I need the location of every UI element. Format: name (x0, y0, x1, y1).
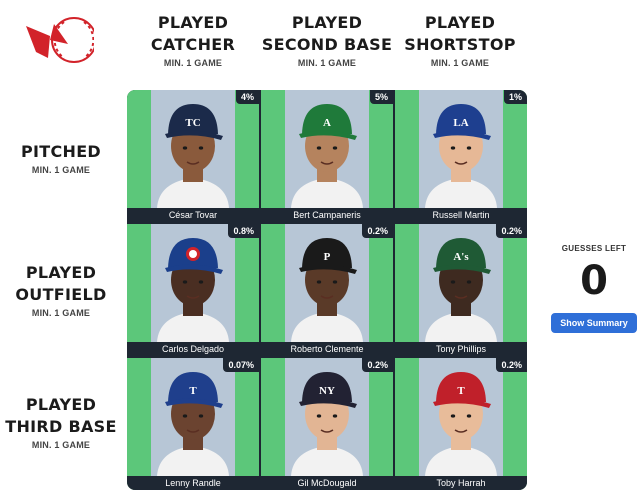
row-subtitle: MIN. 1 GAME (31, 165, 91, 175)
row-title-line1: PLAYED (25, 263, 97, 282)
row-subtitle: MIN. 1 GAME (31, 308, 91, 318)
player-portrait-icon: TC (151, 90, 235, 208)
player-photo: T (419, 358, 503, 476)
grid-cell[interactable]: A's 0.2% Tony Phillips (395, 224, 527, 356)
column-title-line2: CATCHER (150, 35, 236, 54)
grid-cell[interactable]: LA 1% Russell Martin (395, 90, 527, 222)
player-portrait-icon: A's (419, 224, 503, 342)
player-photo: A (285, 90, 369, 208)
column-subtitle: MIN. 1 GAME (297, 58, 357, 68)
svg-text:NY: NY (319, 385, 335, 397)
column-header-shortstop: PLAYED SHORTSTOP MIN. 1 GAME (394, 12, 526, 68)
player-name: Tony Phillips (395, 342, 527, 356)
column-header-second-base: PLAYED SECOND BASE MIN. 1 GAME (261, 12, 393, 68)
grid-cell[interactable]: 0.8% Carlos Delgado (127, 224, 259, 356)
player-photo: T (151, 358, 235, 476)
row-header-third-base: PLAYED THIRD BASE MIN. 1 GAME (0, 394, 122, 450)
grid-cell[interactable]: A 5% Bert Campaneris (261, 90, 393, 222)
rarity-badge: 0.2% (362, 224, 393, 238)
row-subtitle: MIN. 1 GAME (31, 440, 91, 450)
svg-text:T: T (189, 385, 197, 397)
player-name: Bert Campaneris (261, 208, 393, 222)
row-title-line2: THIRD BASE (5, 417, 117, 436)
row-header-outfield: PLAYED OUTFIELD MIN. 1 GAME (0, 262, 122, 318)
player-photo: NY (285, 358, 369, 476)
player-photo: TC (151, 90, 235, 208)
player-photo: A's (419, 224, 503, 342)
column-title-line1: PLAYED (291, 13, 363, 32)
guesses-panel: GUESSES LEFT 0 Show Summary (548, 244, 640, 333)
column-header-catcher: PLAYED CATCHER MIN. 1 GAME (127, 12, 259, 68)
player-name: Roberto Clemente (261, 342, 393, 356)
player-name: Russell Martin (395, 208, 527, 222)
player-portrait-icon (151, 224, 235, 342)
player-grid: TC 4% César Tovar A 5% Bert Campaneris L… (127, 90, 527, 490)
player-photo (151, 224, 235, 342)
column-title-line2: SHORTSTOP (404, 35, 516, 54)
rarity-badge: 0.2% (362, 358, 393, 372)
svg-text:TC: TC (185, 117, 200, 129)
column-subtitle: MIN. 1 GAME (163, 58, 223, 68)
svg-text:LA: LA (453, 117, 468, 129)
svg-text:A's: A's (453, 251, 469, 263)
row-title-line1: PLAYED (25, 395, 97, 414)
guesses-left-label: GUESSES LEFT (561, 244, 627, 253)
column-subtitle: MIN. 1 GAME (430, 58, 490, 68)
rarity-badge: 0.8% (228, 224, 259, 238)
rarity-badge: 0.2% (496, 358, 527, 372)
player-portrait-icon: P (285, 224, 369, 342)
player-name: Carlos Delgado (127, 342, 259, 356)
column-title-line1: PLAYED (424, 13, 496, 32)
rarity-badge: 4% (235, 90, 259, 104)
rarity-badge: 0.2% (496, 224, 527, 238)
grid-cell[interactable]: T 0.2% Toby Harrah (395, 358, 527, 490)
show-summary-button[interactable]: Show Summary (551, 313, 637, 333)
row-title-line2: OUTFIELD (15, 285, 107, 304)
guesses-left-count: 0 (580, 258, 608, 304)
grid-cell[interactable]: TC 4% César Tovar (127, 90, 259, 222)
player-portrait-icon: LA (419, 90, 503, 208)
rarity-badge: 1% (503, 90, 527, 104)
player-name: Lenny Randle (127, 476, 259, 490)
site-logo[interactable] (24, 14, 97, 66)
player-name: César Tovar (127, 208, 259, 222)
grid-cell[interactable]: NY 0.2% Gil McDougald (261, 358, 393, 490)
player-name: Gil McDougald (261, 476, 393, 490)
svg-text:P: P (324, 251, 331, 263)
column-title-line2: SECOND BASE (261, 35, 393, 54)
row-title-line1: PITCHED (20, 142, 102, 161)
rarity-badge: 5% (369, 90, 393, 104)
column-title-line1: PLAYED (157, 13, 229, 32)
row-header-pitched: PITCHED MIN. 1 GAME (0, 141, 122, 175)
player-portrait-icon: A (285, 90, 369, 208)
grid-cell[interactable]: P 0.2% Roberto Clemente (261, 224, 393, 356)
svg-text:A: A (323, 117, 331, 129)
player-portrait-icon: T (151, 358, 235, 476)
player-portrait-icon: NY (285, 358, 369, 476)
svg-text:T: T (457, 385, 465, 397)
grid-cell[interactable]: T 0.07% Lenny Randle (127, 358, 259, 490)
player-name: Toby Harrah (395, 476, 527, 490)
rarity-badge: 0.07% (223, 358, 259, 372)
player-photo: P (285, 224, 369, 342)
player-photo: LA (419, 90, 503, 208)
player-portrait-icon: T (419, 358, 503, 476)
